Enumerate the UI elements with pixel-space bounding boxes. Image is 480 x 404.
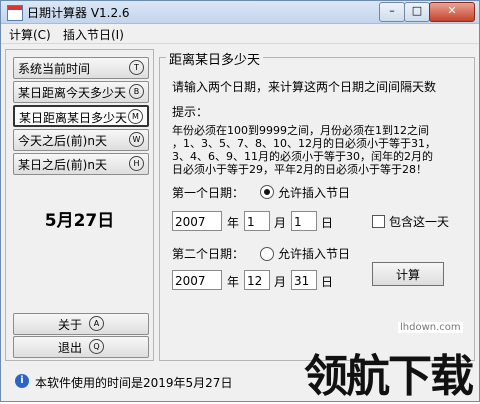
first-day-input[interactable]: 1 <box>291 211 317 231</box>
n-days-after-today-button[interactable]: 今天之后(前)n天 W <box>13 129 149 151</box>
watermark-url: lhdown.com <box>398 322 463 333</box>
hotkey-badge: B <box>129 84 144 99</box>
include-day-checkbox[interactable] <box>372 215 385 228</box>
days-to-today-button[interactable]: 某日距离今天多少天 B <box>13 81 149 103</box>
second-day-input[interactable]: 31 <box>291 270 317 290</box>
button-label: 系统当前时间 <box>18 62 91 76</box>
watermark: lhdown.com 领航下载 <box>300 320 480 402</box>
menu-bar: 计算(C) 插入节日(I) <box>1 24 479 44</box>
hotkey-badge: W <box>129 132 144 147</box>
month-unit: 月 <box>274 275 287 289</box>
instruction-text: 请输入两个日期，来计算这两个日期之间间隔天数 <box>172 80 437 94</box>
exit-button[interactable]: 退出 Q <box>13 336 149 358</box>
tip-line: 日必须小于等于29，平年2月的日必须小于等于28！ <box>172 163 427 176</box>
hotkey-badge: A <box>89 316 104 331</box>
tip-line: 年份必须在100到9999之间，月份必须在1到12之间 <box>172 124 429 137</box>
hotkey-badge: M <box>128 109 143 124</box>
first-month-input[interactable]: 1 <box>244 211 270 231</box>
current-date-display: 5月27日 <box>44 211 115 231</box>
n-days-after-date-button[interactable]: 某日之后(前)n天 H <box>13 153 149 175</box>
close-button[interactable]: ✕ <box>429 2 475 22</box>
button-label: 今天之后(前)n天 <box>18 134 107 148</box>
day-unit: 日 <box>321 275 334 289</box>
second-date-label: 第二个日期： <box>172 247 245 261</box>
hotkey-badge: H <box>129 156 144 171</box>
button-label: 退出 <box>58 341 83 355</box>
tip-line: 3、4、6、9、11月的必须小于等于30，闰年的2月的 <box>172 150 433 163</box>
days-between-group: 距离某日多少天 请输入两个日期，来计算这两个日期之间间隔天数 提示： 年份必须在… <box>159 49 475 361</box>
first-year-input[interactable]: 2007 <box>172 211 222 231</box>
tip-text: 年份必须在100到9999之间，月份必须在1到12之间 ，1、3、5、7、8、1… <box>172 124 468 176</box>
tip-title: 提示： <box>172 105 209 119</box>
calculate-button[interactable]: 计算 <box>372 262 444 286</box>
hotkey-badge: Q <box>89 339 104 354</box>
button-label: 某日距离某日多少天 <box>19 111 128 125</box>
info-icon: i <box>15 374 29 388</box>
year-unit: 年 <box>227 275 240 289</box>
watermark-logo-text: 领航下载 <box>304 351 474 402</box>
tip-line: ，1、3、5、7、8、10、12月的日必须小于等于31， <box>172 137 436 150</box>
first-date-label: 第一个日期： <box>172 186 245 200</box>
second-year-input[interactable]: 2007 <box>172 270 222 290</box>
first-date-allow-holiday-radio[interactable] <box>260 185 274 199</box>
month-unit: 月 <box>274 216 287 230</box>
include-day-label: 包含这一天 <box>389 215 450 229</box>
menu-insert-holiday[interactable]: 插入节日(I) <box>63 26 124 43</box>
group-title: 距离某日多少天 <box>166 49 264 68</box>
left-panel: 系统当前时间 T 某日距离今天多少天 B 某日距离某日多少天 M 今天之后(前)… <box>5 49 154 361</box>
menu-calculate[interactable]: 计算(C) <box>9 26 51 43</box>
system-time-button[interactable]: 系统当前时间 T <box>13 57 149 79</box>
days-between-dates-button[interactable]: 某日距离某日多少天 M <box>13 105 149 127</box>
day-unit: 日 <box>321 216 334 230</box>
calendar-app-icon <box>7 5 23 21</box>
second-month-input[interactable]: 12 <box>244 270 270 290</box>
button-label: 关于 <box>58 318 83 332</box>
button-label: 某日之后(前)n天 <box>18 158 107 172</box>
second-date-allow-holiday-label: 允许插入节日 <box>278 247 351 261</box>
year-unit: 年 <box>227 216 240 230</box>
minimize-button[interactable]: – <box>379 2 405 22</box>
window-title: 日期计算器 V1.2.6 <box>27 6 130 20</box>
maximize-button[interactable]: □ <box>404 2 430 22</box>
title-bar: 日期计算器 V1.2.6 – □ ✕ <box>1 1 479 24</box>
hotkey-badge: T <box>129 60 144 75</box>
status-text: 本软件使用的时间是2019年5月27日 <box>35 376 233 390</box>
about-button[interactable]: 关于 A <box>13 313 149 335</box>
first-date-allow-holiday-label: 允许插入节日 <box>278 186 351 200</box>
second-date-allow-holiday-radio[interactable] <box>260 247 274 261</box>
button-label: 某日距离今天多少天 <box>18 86 127 100</box>
